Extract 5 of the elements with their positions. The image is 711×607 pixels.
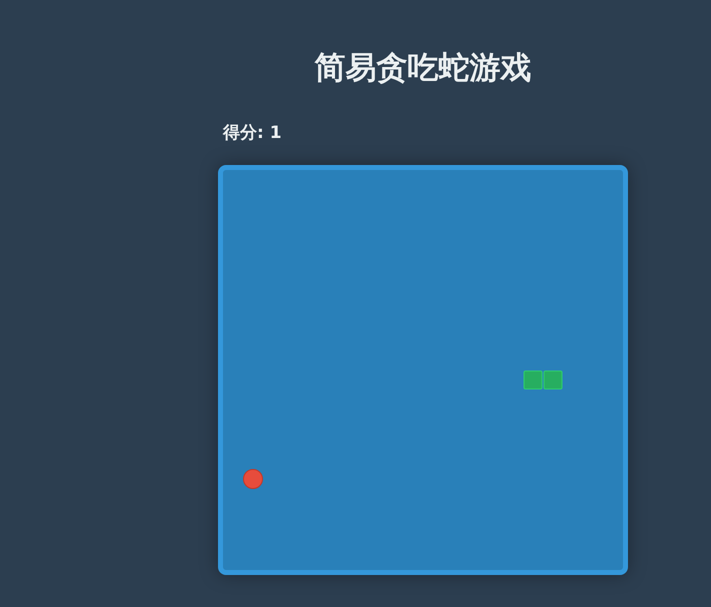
score-text: 得分: 1 — [223, 122, 282, 144]
food-dot — [243, 469, 263, 489]
page-title: 简易贪吃蛇游戏 — [314, 49, 532, 88]
snake-segment — [544, 370, 562, 390]
snake-segment — [524, 370, 542, 390]
